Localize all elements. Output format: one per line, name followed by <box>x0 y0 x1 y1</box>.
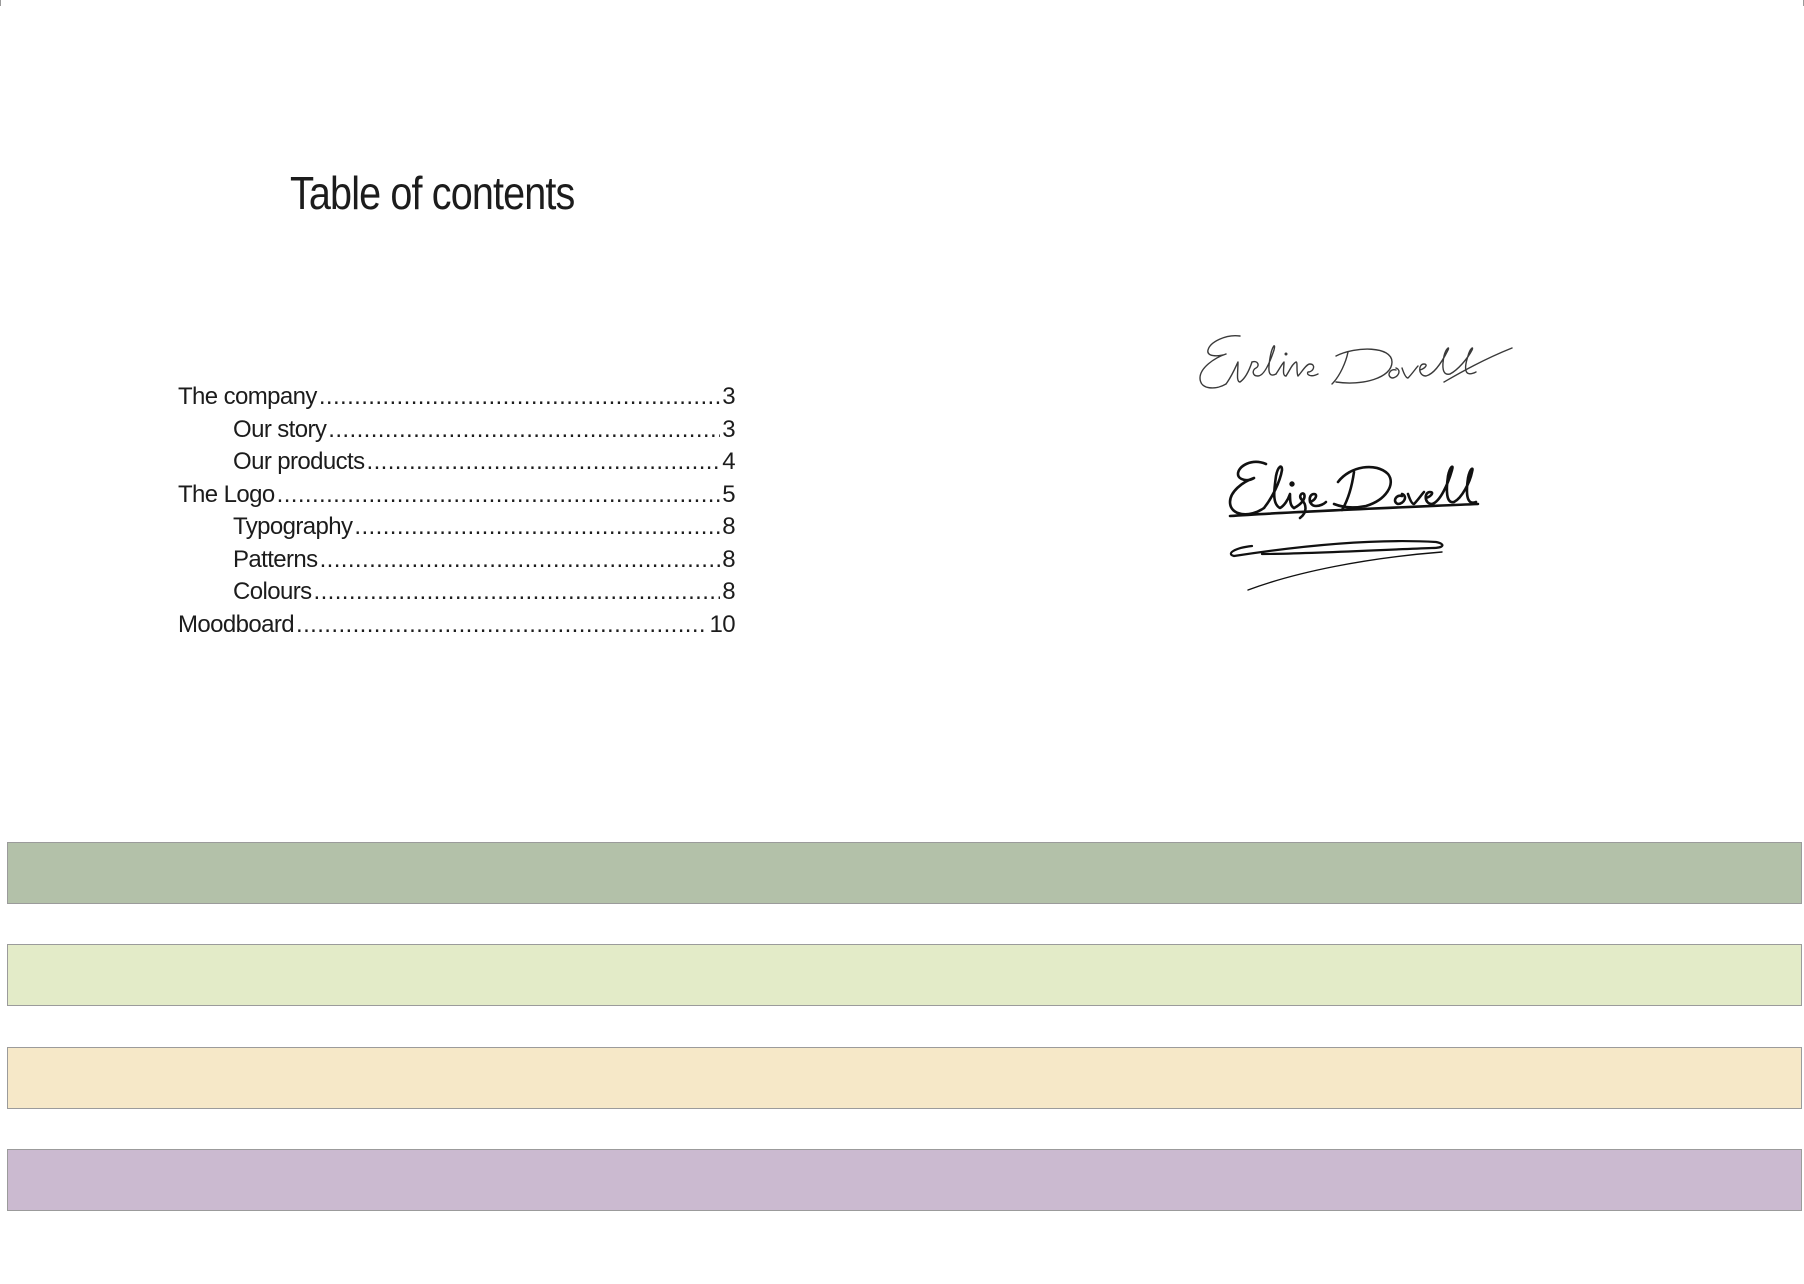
toc-dot-leader <box>314 576 721 609</box>
toc-dot-leader <box>320 544 721 577</box>
toc-page-number: 3 <box>722 415 735 443</box>
page-title: Table of contents <box>290 167 575 219</box>
toc-entry-label: Moodboard <box>178 610 295 638</box>
signature-bold-drawing <box>1228 460 1480 591</box>
table-of-contents: The company 3 Our story 3 Our products 4… <box>178 381 736 642</box>
toc-page-number: 5 <box>722 480 735 508</box>
toc-entry-label: Our story <box>233 415 327 443</box>
toc-page-number: 4 <box>722 448 735 475</box>
toc-page-number: 10 <box>709 610 736 638</box>
toc-dot-leader <box>367 446 721 479</box>
crop-mark-left <box>0 0 1 6</box>
toc-entry-label: Our products <box>233 448 365 475</box>
toc-entry-label: Typography <box>233 513 353 540</box>
toc-entry-label: Patterns <box>233 545 318 573</box>
toc-entry-label: The Logo <box>178 480 275 508</box>
toc-entry-our-products[interactable]: Our products 4 <box>178 446 736 479</box>
toc-page-number: 8 <box>722 513 735 540</box>
toc-dot-leader <box>277 479 721 512</box>
toc-entry-moodboard[interactable]: Moodboard 10 <box>178 609 736 642</box>
toc-entry-our-story[interactable]: Our story 3 <box>178 414 736 447</box>
signature-thin <box>1196 332 1516 412</box>
toc-entry-label: The company <box>178 383 317 410</box>
toc-page-number: 8 <box>722 578 735 605</box>
toc-entry-patterns[interactable]: Patterns 8 <box>178 544 736 577</box>
toc-entry-colours[interactable]: Colours 8 <box>178 576 736 609</box>
signature-bold <box>1226 458 1486 608</box>
signature-thin-drawing <box>1199 335 1513 389</box>
toc-page-number: 3 <box>722 383 735 410</box>
toc-dot-leader <box>354 511 720 544</box>
toc-entry-the-logo[interactable]: The Logo 5 <box>178 479 736 512</box>
colour-swatch-lavender <box>7 1149 1802 1211</box>
toc-entry-the-company[interactable]: The company 3 <box>178 381 736 414</box>
document-page: Table of contents The company 3 Our stor… <box>0 0 1804 1284</box>
toc-entry-label: Colours <box>233 578 312 605</box>
toc-dot-leader <box>328 414 720 447</box>
toc-dot-leader <box>296 609 707 642</box>
colour-swatch-sage-green <box>7 842 1802 904</box>
toc-entry-typography[interactable]: Typography 8 <box>178 511 736 544</box>
colour-swatch-pale-lime <box>7 944 1802 1006</box>
toc-dot-leader <box>319 381 720 414</box>
colour-swatch-cream <box>7 1047 1802 1109</box>
toc-page-number: 8 <box>722 545 735 573</box>
